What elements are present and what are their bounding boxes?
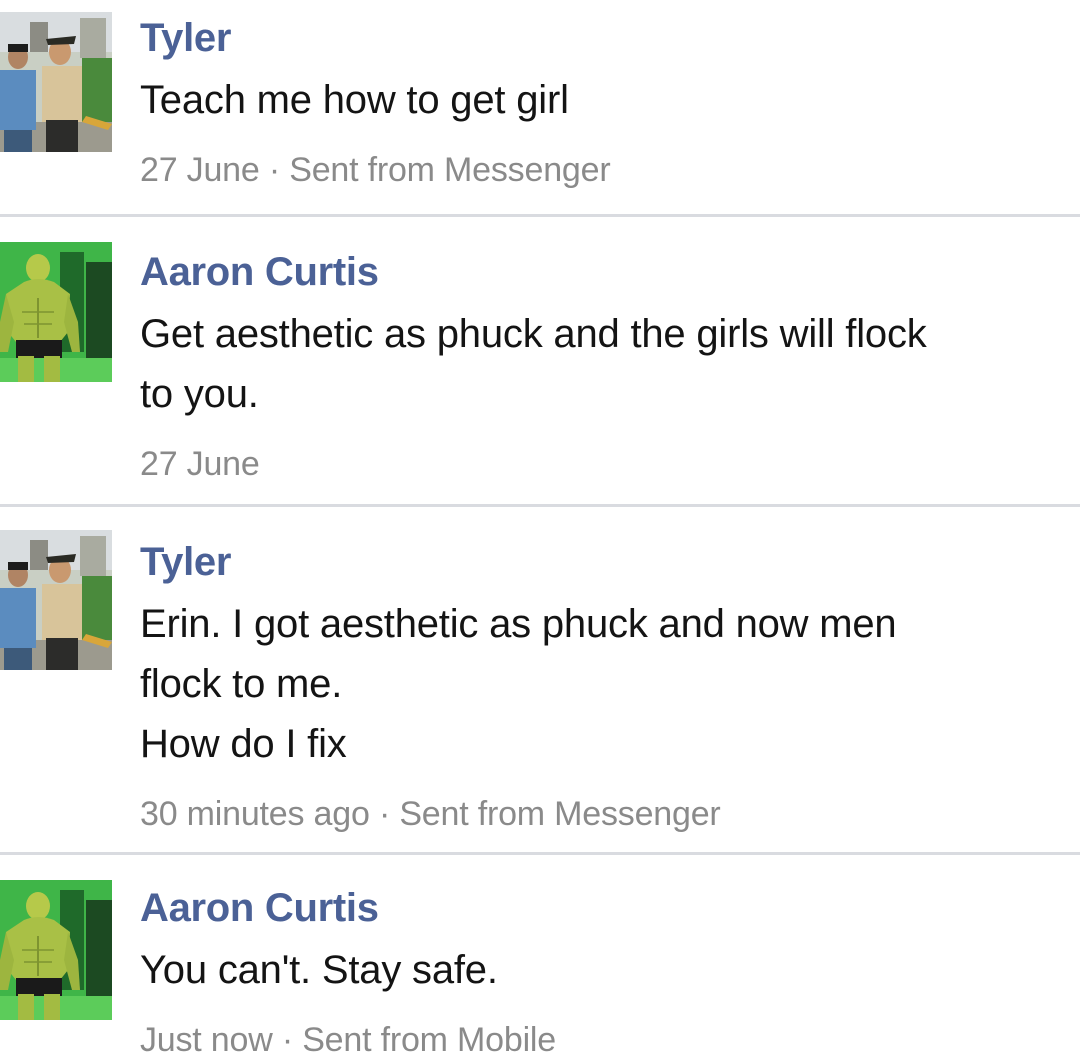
tyler-avatar[interactable] bbox=[0, 530, 112, 670]
sender-name[interactable]: Aaron Curtis bbox=[140, 884, 1066, 932]
divider bbox=[0, 852, 1080, 855]
message-text: You can't. Stay safe. bbox=[140, 948, 498, 992]
sender-name[interactable]: Tyler bbox=[140, 538, 1066, 586]
message-body: Aaron Curtis Get aesthetic as phuck and … bbox=[140, 248, 1066, 484]
timestamp: 30 minutes ago bbox=[140, 795, 370, 833]
sender-name[interactable]: Tyler bbox=[140, 14, 1066, 62]
aaron-avatar[interactable] bbox=[0, 242, 112, 382]
aaron-avatar[interactable] bbox=[0, 880, 112, 1020]
meta-separator: · bbox=[259, 151, 290, 189]
message-body: Tyler Erin. I got aesthetic as phuck and… bbox=[140, 538, 1066, 834]
sender-name[interactable]: Aaron Curtis bbox=[140, 248, 1066, 296]
timestamp: Just now bbox=[140, 1021, 273, 1059]
message-meta: 27 June bbox=[140, 444, 1066, 484]
message-meta: 30 minutes ago · Sent from Messenger bbox=[140, 794, 1066, 834]
message-text: Erin. I got aesthetic as phuck and now m… bbox=[140, 602, 897, 646]
sent-via: Sent from Messenger bbox=[289, 151, 611, 189]
divider bbox=[0, 214, 1080, 217]
divider bbox=[0, 504, 1080, 507]
sent-via: Sent from Mobile bbox=[302, 1021, 556, 1059]
meta-separator: · bbox=[369, 795, 400, 833]
message-thread: Tyler Teach me how to get girl 27 June ·… bbox=[0, 0, 1080, 1062]
message-body: Aaron Curtis You can't. Stay safe. Just … bbox=[140, 884, 1066, 1060]
timestamp: 27 June bbox=[140, 151, 260, 189]
message-text: flock to me. bbox=[140, 662, 343, 706]
message-text: How do I fix bbox=[140, 722, 347, 766]
sent-via: Sent from Messenger bbox=[399, 795, 721, 833]
message-text: to you. bbox=[140, 372, 259, 416]
message-body: Tyler Teach me how to get girl 27 June ·… bbox=[140, 14, 1066, 190]
tyler-avatar[interactable] bbox=[0, 12, 112, 152]
meta-separator: · bbox=[272, 1021, 303, 1059]
message-meta: Just now · Sent from Mobile bbox=[140, 1020, 1066, 1060]
message-text: Teach me how to get girl bbox=[140, 78, 569, 122]
message-meta: 27 June · Sent from Messenger bbox=[140, 150, 1066, 190]
timestamp: 27 June bbox=[140, 445, 260, 483]
message-text: Get aesthetic as phuck and the girls wil… bbox=[140, 312, 927, 356]
